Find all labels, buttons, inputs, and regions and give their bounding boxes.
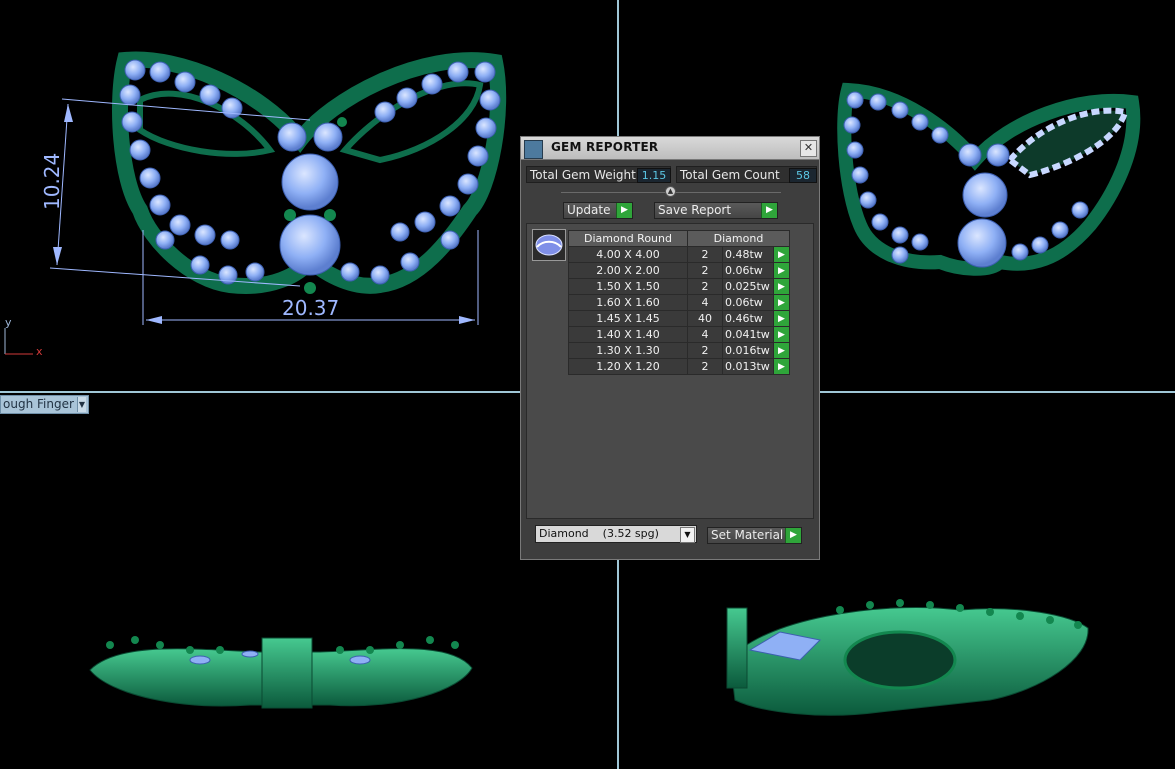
gem-count-cell: 2 (687, 246, 723, 263)
row-select-button[interactable]: ▶ (773, 246, 790, 263)
viewport-mode-label: ough Finger (3, 397, 74, 411)
table-row: 2.00 X 2.00 2 0.06tw ▶ (568, 262, 790, 279)
gem-count-cell: 2 (687, 262, 723, 279)
width-dimension-label: 20.37 (282, 296, 340, 320)
butterfly-top-view (112, 51, 507, 294)
butterfly-perspective-view (837, 82, 1141, 276)
gem-count-cell: 4 (687, 326, 723, 343)
play-arrow-icon: ▶ (761, 203, 777, 218)
row-select-button[interactable]: ▶ (773, 310, 790, 327)
play-arrow-icon: ▶ (785, 528, 801, 543)
gem-size-cell: 1.30 X 1.30 (568, 342, 688, 359)
height-dimension-label: 10.24 (40, 152, 64, 210)
row-select-button[interactable]: ▶ (773, 358, 790, 375)
gem-weight-cell: 0.016tw (722, 342, 774, 359)
save-report-button[interactable]: Save Report ▶ (654, 202, 778, 219)
set-material-label: Set Material (711, 528, 784, 542)
material-select[interactable]: Diamond (3.52 spg) ▼ (535, 525, 697, 543)
table-row: 1.60 X 1.60 4 0.06tw ▶ (568, 294, 790, 311)
gem-reporter-window: GEM REPORTER ✕ Total Gem Weight 1.15 Tot… (520, 136, 820, 560)
butterfly-iso-view (726, 599, 1089, 716)
axis-x-label: x (36, 345, 43, 358)
total-gem-weight-field: Total Gem Weight 1.15 (526, 166, 671, 183)
update-button[interactable]: Update ▶ (563, 202, 633, 219)
table-row: 1.45 X 1.45 40 0.46tw ▶ (568, 310, 790, 327)
table-row: 1.50 X 1.50 2 0.025tw ▶ (568, 278, 790, 295)
column-header-shape: Diamond Round (568, 230, 688, 247)
gem-weight-cell: 0.013tw (722, 358, 774, 375)
gem-weight-cell: 0.041tw (722, 326, 774, 343)
window-titlebar[interactable]: GEM REPORTER ✕ (521, 137, 819, 160)
gem-table: Diamond Round Diamond 4.00 X 4.00 2 0.48… (568, 230, 790, 375)
row-select-button[interactable]: ▶ (773, 278, 790, 295)
material-select-value: Diamond (3.52 spg) (539, 527, 659, 540)
table-row: 1.30 X 1.30 2 0.016tw ▶ (568, 342, 790, 359)
total-gem-weight-label: Total Gem Weight (530, 168, 636, 182)
close-icon: ✕ (803, 141, 814, 154)
gem-weight-cell: 0.06tw (722, 262, 774, 279)
table-row: 1.40 X 1.40 4 0.041tw ▶ (568, 326, 790, 343)
total-gem-count-value: 58 (789, 168, 817, 183)
gem-weight-cell: 0.48tw (722, 246, 774, 263)
gem-size-cell: 1.20 X 1.20 (568, 358, 688, 375)
gem-size-cell: 1.60 X 1.60 (568, 294, 688, 311)
gem-count-cell: 2 (687, 342, 723, 359)
close-button[interactable]: ✕ (800, 140, 817, 157)
gem-reporter-app-icon (524, 140, 543, 159)
window-title: GEM REPORTER (551, 140, 659, 154)
total-gem-count-label: Total Gem Count (680, 168, 780, 182)
gem-size-cell: 1.40 X 1.40 (568, 326, 688, 343)
total-gem-count-field: Total Gem Count 58 (676, 166, 817, 183)
collapse-handle[interactable]: ▲ (665, 186, 676, 197)
row-select-button[interactable]: ▶ (773, 326, 790, 343)
chevron-down-icon: ▼ (680, 527, 695, 543)
gem-weight-cell: 0.06tw (722, 294, 774, 311)
chevron-down-icon[interactable]: ▼ (76, 397, 86, 412)
play-arrow-icon: ▶ (616, 203, 632, 218)
row-select-button[interactable]: ▶ (773, 262, 790, 279)
gem-count-cell: 40 (687, 310, 723, 327)
viewport-mode-dropdown[interactable]: ough Finger ▼ (0, 395, 89, 414)
set-material-button[interactable]: Set Material ▶ (707, 527, 802, 544)
total-gem-weight-value: 1.15 (637, 168, 671, 183)
gem-size-cell: 4.00 X 4.00 (568, 246, 688, 263)
row-select-button[interactable]: ▶ (773, 342, 790, 359)
gem-count-cell: 4 (687, 294, 723, 311)
round-gem-icon (535, 234, 563, 256)
gem-weight-cell: 0.46tw (722, 310, 774, 327)
table-row: 4.00 X 4.00 2 0.48tw ▶ (568, 246, 790, 263)
gem-size-cell: 1.50 X 1.50 (568, 278, 688, 295)
gem-list-panel: Diamond Round Diamond 4.00 X 4.00 2 0.48… (526, 223, 814, 519)
save-report-label: Save Report (658, 203, 732, 217)
gem-size-cell: 1.45 X 1.45 (568, 310, 688, 327)
row-select-button[interactable]: ▶ (773, 294, 790, 311)
table-row: 1.20 X 1.20 2 0.013tw ▶ (568, 358, 790, 375)
butterfly-side-view (89, 636, 473, 709)
gem-size-cell: 2.00 X 2.00 (568, 262, 688, 279)
column-header-material: Diamond (687, 230, 790, 247)
update-label: Update (567, 203, 611, 217)
axis-y-label: y (5, 316, 12, 329)
gem-thumbnail[interactable] (532, 229, 566, 261)
axis-triad (4, 328, 33, 355)
gem-weight-cell: 0.025tw (722, 278, 774, 295)
gem-count-cell: 2 (687, 358, 723, 375)
gem-count-cell: 2 (687, 278, 723, 295)
